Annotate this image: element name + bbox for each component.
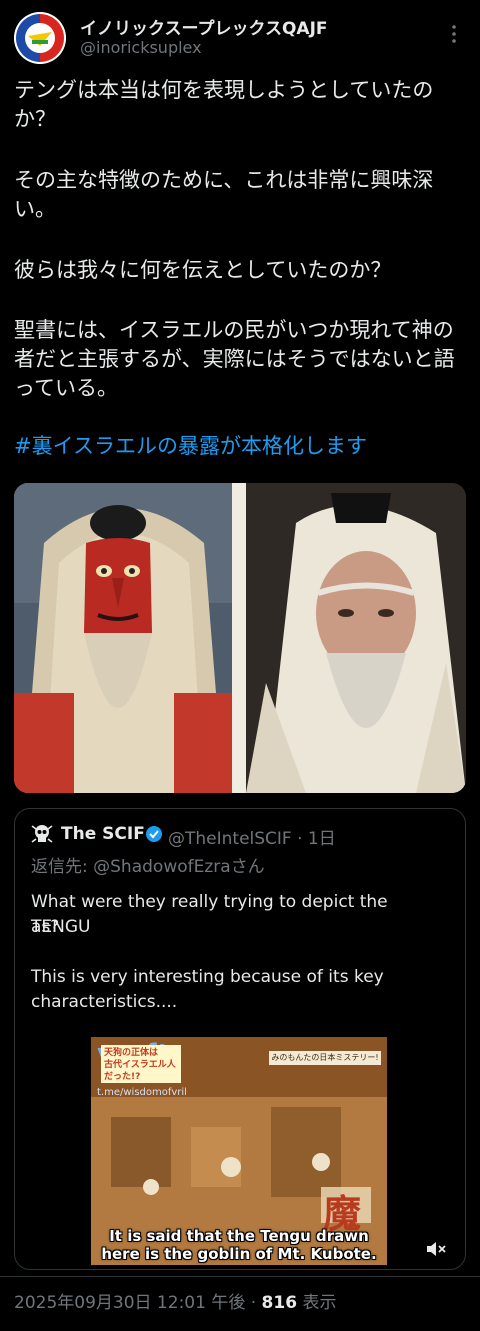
video-title-tag: 天狗の正体は 古代イスラエル人だった!?	[101, 1045, 181, 1083]
quoted-text-line: as?	[31, 917, 60, 937]
video-watermark: t.me/wisdomofvril	[97, 1087, 187, 1098]
reply-context: 返信先: @ShadowofEzraさん	[31, 852, 265, 877]
video-banner: みのもんたの日本ミステリー!	[269, 1051, 381, 1065]
views-count[interactable]: 816	[262, 1293, 298, 1313]
post-metadata: 2025年09月30日 12:01 午後 · 816 表示	[14, 1288, 336, 1313]
post-text-line: テングは本当は何を表現しようとしていたの	[14, 78, 434, 102]
footer-divider	[0, 1276, 480, 1277]
author-avatar[interactable]	[14, 12, 66, 64]
avatar-image	[14, 12, 66, 64]
hashtag-link[interactable]: #裏イスラエルの暴露が本格化します	[14, 432, 367, 461]
quoted-post[interactable]: The SCIF @TheIntelSCIF · 1日 返信先: @Shadow…	[14, 808, 466, 1270]
quoted-author-handle[interactable]: @TheIntelSCIF · 1日	[168, 824, 336, 849]
more-icon[interactable]	[442, 22, 466, 46]
views-label: 表示	[297, 1293, 337, 1313]
post-text-line: っている。	[14, 376, 118, 400]
media-divider	[232, 483, 246, 793]
video-tag-line: 天狗の正体は	[104, 1048, 159, 1058]
post-text-line: 者だと主張するが、実際にはそうではないと語	[14, 347, 455, 371]
reply-prefix: 返信先:	[31, 857, 94, 877]
post-text-line: その主な特徴のために、これは非常に興味深	[14, 168, 434, 192]
reply-suffix: さん	[230, 857, 265, 877]
post-text-line: 彼らは我々に何を伝えとしていたのか？	[14, 258, 392, 282]
author-handle[interactable]: @inoricksuplex	[80, 38, 202, 57]
tengu-mask-photo	[14, 483, 232, 793]
video-subtitle-line: It is said that the Tengu drawn	[109, 1227, 369, 1245]
video-player[interactable]: vsaft 天狗の正体は 古代イスラエル人だった!? みのもんたの日本ミステリー…	[91, 1037, 387, 1265]
video-subtitle-line: here is the goblin of Mt. Kubote.	[101, 1245, 377, 1263]
post-text-line: い。	[14, 197, 56, 221]
quoted-text-line: characteristics....	[31, 992, 178, 1012]
volume-mute-icon[interactable]	[425, 1239, 447, 1259]
skull-icon	[31, 825, 53, 843]
post-header: イノリックスープレックスQAJF @inoricksuplex	[14, 12, 466, 64]
quoted-text-line: This is very interesting because of its …	[31, 967, 384, 987]
verified-badge-icon	[146, 826, 162, 842]
reply-mention-link[interactable]: @ShadowofEzra	[93, 857, 231, 877]
post-text-line: 聖書には、イスラエルの民がいつか現れて神の	[14, 318, 454, 342]
video-tag-line: 古代イスラエル人だった!?	[104, 1060, 176, 1082]
post-media[interactable]	[14, 483, 466, 793]
post-timestamp[interactable]: 2025年09月30日 12:01 午後 ·	[14, 1293, 262, 1313]
author-name[interactable]: イノリックスープレックスQAJF	[80, 14, 328, 39]
rabbi-photo	[246, 483, 466, 793]
post-text-line: か？	[14, 107, 56, 131]
quoted-author-name[interactable]: The SCIF	[61, 824, 145, 844]
